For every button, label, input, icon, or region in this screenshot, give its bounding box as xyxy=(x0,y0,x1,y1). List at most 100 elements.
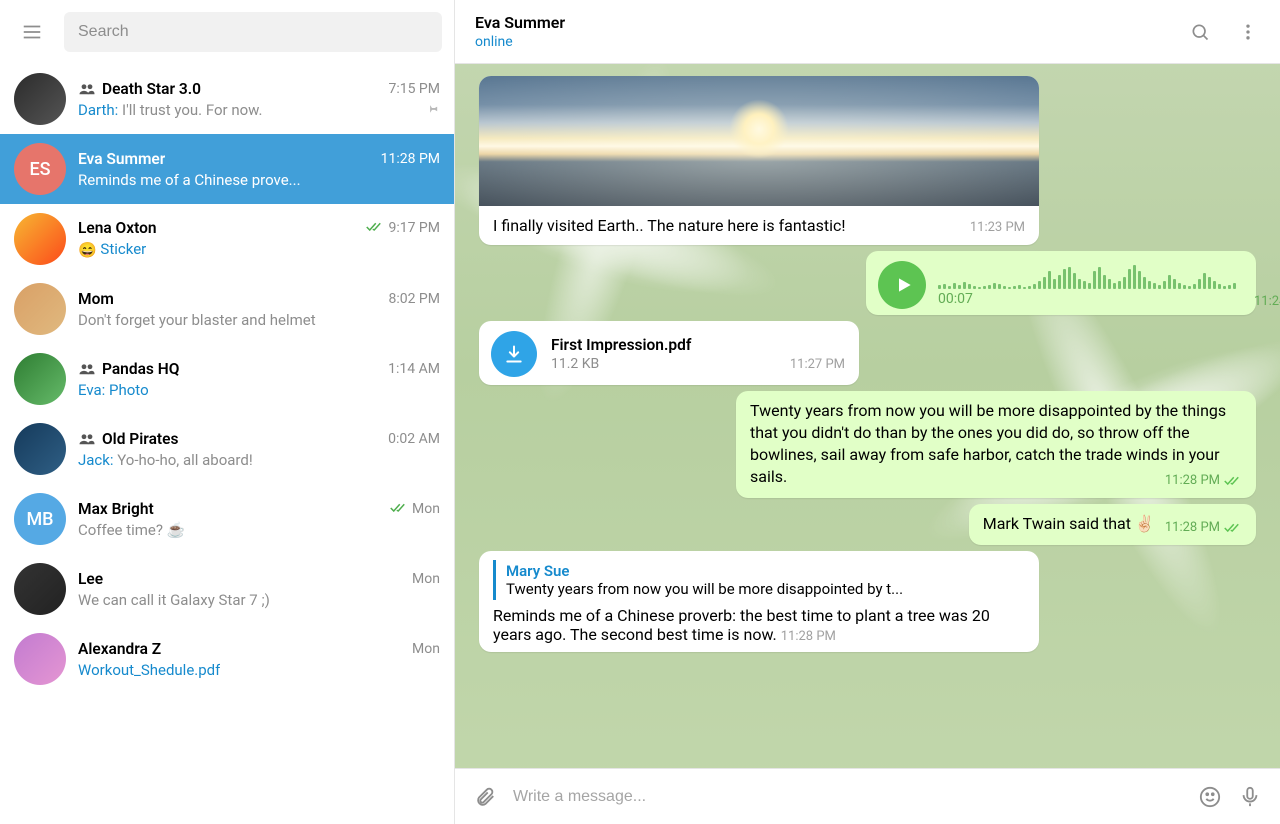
file-name: First Impression.pdf xyxy=(551,336,845,354)
chat-name: Alexandra Z xyxy=(78,640,161,658)
file-download-button[interactable] xyxy=(491,331,537,377)
mic-icon xyxy=(1239,786,1261,808)
chat-preview: Don't forget your blaster and helmet xyxy=(78,311,316,329)
composer xyxy=(455,768,1280,824)
chat-time: Mon xyxy=(412,641,440,657)
message-time: 11:23 PM xyxy=(970,220,1025,235)
avatar xyxy=(14,73,66,125)
message-text[interactable]: Twenty years from now you will be more d… xyxy=(736,391,1256,498)
chat-time: 8:02 PM xyxy=(388,291,440,307)
message-photo[interactable]: I finally visited Earth.. The nature her… xyxy=(479,76,1039,245)
message-time: 11:24 PM xyxy=(1254,294,1280,309)
more-vertical-icon xyxy=(1238,22,1258,42)
group-icon xyxy=(78,82,96,96)
chat-time: Mon xyxy=(412,571,440,587)
menu-button[interactable] xyxy=(12,12,52,52)
message-file[interactable]: First Impression.pdf 11.2 KB 11:27 PM xyxy=(479,321,859,385)
chat-time: Mon xyxy=(412,501,440,517)
reply-author: Mary Sue xyxy=(506,562,1025,580)
message-body: Reminds me of a Chinese proverb: the bes… xyxy=(493,606,990,644)
chat-item[interactable]: ES Eva Summer 11:28 PM Reminds me of a Chin… xyxy=(0,134,454,204)
chat-time: 0:02 AM xyxy=(388,431,440,447)
more-button[interactable] xyxy=(1236,20,1260,44)
message-body: Twenty years from now you will be more d… xyxy=(750,401,1226,486)
search-icon xyxy=(1190,22,1210,42)
message-time: 11:28 PM xyxy=(1165,472,1220,490)
chat-item[interactable]: Old Pirates0:02 AMJack: Yo-ho-ho, all ab… xyxy=(0,414,454,484)
photo-caption: I finally visited Earth.. The nature her… xyxy=(493,216,956,235)
chat-name: Pandas HQ xyxy=(102,360,179,378)
avatar xyxy=(14,423,66,475)
chat-preview: Eva: Photo xyxy=(78,381,149,399)
download-icon xyxy=(504,344,524,364)
group-icon xyxy=(78,432,96,446)
chat-preview: We can call it Galaxy Star 7 ;) xyxy=(78,591,270,609)
attach-button[interactable] xyxy=(473,785,497,809)
message-time: 11:28 PM xyxy=(1165,519,1220,537)
menu-icon xyxy=(21,21,43,43)
read-checks-icon xyxy=(390,499,408,518)
read-checks-icon xyxy=(366,218,384,237)
voice-waveform[interactable] xyxy=(938,263,1236,289)
reply-quote[interactable]: Mary Sue Twenty years from now you will … xyxy=(493,560,1025,600)
message-voice[interactable]: 00:07 11:24 PM xyxy=(866,251,1256,315)
search-chat-button[interactable] xyxy=(1188,20,1212,44)
message-text[interactable]: Mark Twain said that ✌🏻 11:28 PM xyxy=(969,504,1256,545)
chat-item[interactable]: Alexandra Z Mon Workout_Shedule.pdf xyxy=(0,624,454,694)
message-reply[interactable]: Mary Sue Twenty years from now you will … xyxy=(479,551,1039,652)
chat-name: Eva Summer xyxy=(78,150,165,168)
main-panel: Eva Summer online I finally visited Eart… xyxy=(455,0,1280,824)
chat-name: Lee xyxy=(78,570,103,588)
chat-time: 11:28 PM xyxy=(381,151,440,167)
chat-item[interactable]: Death Star 3.0 7:15 PM Darth: I'll trust y… xyxy=(0,64,454,134)
chat-time: 9:17 PM xyxy=(388,220,440,236)
chat-name: Mom xyxy=(78,290,114,308)
chat-preview: 😄 Sticker xyxy=(78,240,146,259)
chat-header[interactable]: Eva Summer online xyxy=(455,0,1280,64)
photo-attachment[interactable] xyxy=(479,76,1039,206)
group-icon xyxy=(78,362,96,376)
avatar xyxy=(14,353,66,405)
header-status: online xyxy=(475,34,1188,50)
search-box[interactable] xyxy=(64,12,442,52)
avatar: MB xyxy=(14,493,66,545)
message-time: 11:28 PM xyxy=(781,629,836,644)
message-body: Mark Twain said that ✌🏻 xyxy=(983,514,1155,533)
search-input[interactable] xyxy=(78,23,428,41)
voice-play-button[interactable] xyxy=(878,261,926,309)
header-info[interactable]: Eva Summer online xyxy=(475,13,1188,50)
chat-preview: Coffee time? ☕ xyxy=(78,521,185,539)
header-actions xyxy=(1188,20,1260,44)
chat-preview: Workout_Shedule.pdf xyxy=(78,661,220,679)
chat-item[interactable]: Pandas HQ1:14 AMEva: Photo xyxy=(0,344,454,414)
read-checks-icon xyxy=(1224,475,1242,487)
read-checks-icon xyxy=(1224,522,1242,534)
emoji-button[interactable] xyxy=(1198,785,1222,809)
avatar xyxy=(14,213,66,265)
chat-item[interactable]: Mom 8:02 PM Don't forget your blaster and … xyxy=(0,274,454,344)
chat-item[interactable]: Lee Mon We can call it Galaxy Star 7 ;) xyxy=(0,554,454,624)
chat-preview: Darth: I'll trust you. For now. xyxy=(78,101,263,119)
file-size: 11.2 KB xyxy=(551,356,599,372)
chat-item[interactable]: MB Max Bright Mon Coffee time? ☕ xyxy=(0,484,454,554)
message-input[interactable] xyxy=(513,788,1182,806)
mic-button[interactable] xyxy=(1238,785,1262,809)
chat-item[interactable]: Lena Oxton9:17 PM😄 Sticker xyxy=(0,204,454,274)
messages-area[interactable]: I finally visited Earth.. The nature her… xyxy=(455,64,1280,768)
chat-name: Death Star 3.0 xyxy=(102,80,201,98)
sidebar-top xyxy=(0,0,454,64)
voice-duration: 00:07 xyxy=(938,291,973,307)
chat-name: Max Bright xyxy=(78,500,154,518)
chat-list[interactable]: Death Star 3.0 7:15 PM Darth: I'll trust y… xyxy=(0,64,454,824)
pin-icon xyxy=(424,100,440,116)
reply-excerpt: Twenty years from now you will be more d… xyxy=(506,580,1025,598)
chat-preview: Reminds me of a Chinese prove... xyxy=(78,171,301,189)
header-contact-name: Eva Summer xyxy=(475,13,1188,32)
chat-time: 7:15 PM xyxy=(388,81,440,97)
avatar xyxy=(14,563,66,615)
avatar xyxy=(14,283,66,335)
sidebar: Death Star 3.0 7:15 PM Darth: I'll trust y… xyxy=(0,0,455,824)
message-time: 11:27 PM xyxy=(790,357,845,372)
avatar: ES xyxy=(14,143,66,195)
paperclip-icon xyxy=(474,786,496,808)
